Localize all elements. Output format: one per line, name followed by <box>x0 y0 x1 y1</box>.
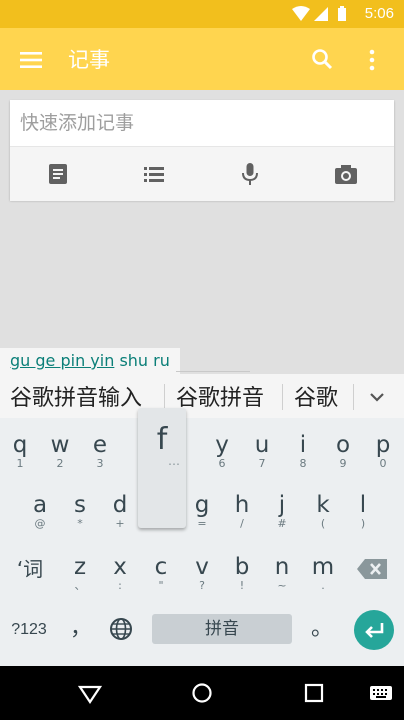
key-y[interactable]: y6 <box>202 428 242 486</box>
backspace-icon[interactable] <box>356 556 390 582</box>
recents-icon[interactable] <box>304 683 324 703</box>
key-e[interactable]: e3 <box>80 428 120 486</box>
space-key[interactable]: 拼音 <box>152 614 292 644</box>
signal-icon <box>314 7 328 21</box>
key-u[interactable]: u7 <box>242 428 282 486</box>
candidate-1[interactable]: 谷歌拼音输入 <box>10 380 142 412</box>
key-h[interactable]: h / <box>222 488 262 546</box>
quick-note-input[interactable] <box>10 100 394 146</box>
navigation-bar <box>0 666 404 720</box>
key-k[interactable]: k( <box>303 488 343 546</box>
text-note-icon[interactable] <box>44 160 72 188</box>
menu-icon[interactable] <box>18 50 44 70</box>
key-c[interactable]: c " <box>141 550 181 608</box>
globe-icon[interactable] <box>108 616 134 642</box>
back-icon[interactable] <box>78 684 102 704</box>
keyboard-icon[interactable] <box>370 686 392 700</box>
key-o[interactable]: o9 <box>323 428 363 486</box>
candidate-separator <box>164 384 165 410</box>
key-q[interactable]: q1 <box>0 428 40 486</box>
key-s[interactable]: s * <box>60 488 100 546</box>
note-toolbar <box>10 146 394 201</box>
overflow-menu-icon[interactable] <box>362 47 382 73</box>
candidate-2[interactable]: 谷歌拼音 <box>176 380 264 412</box>
candidate-3[interactable]: 谷歌 <box>294 380 338 412</box>
app-title: 记事 <box>68 48 110 72</box>
key-l[interactable]: l) <box>343 488 383 546</box>
candidate-separator <box>353 384 354 410</box>
chevron-down-icon[interactable] <box>366 388 388 406</box>
key-z[interactable]: z、 <box>60 550 100 608</box>
candidate-bar: 谷歌拼音输入 谷歌拼音 谷歌 <box>0 374 404 418</box>
pinyin-divider <box>176 371 250 372</box>
app-bar <box>0 28 404 90</box>
status-icons <box>292 6 346 21</box>
key-m[interactable]: m. <box>303 550 343 608</box>
camera-icon[interactable] <box>332 160 360 188</box>
key-p[interactable]: p0 <box>363 428 403 486</box>
key-n[interactable]: n ~ <box>262 550 302 608</box>
key-i[interactable]: i8 <box>283 428 323 486</box>
enter-icon <box>365 623 384 638</box>
pinyin-current: shu ru <box>119 351 170 370</box>
key-d[interactable]: d + <box>100 488 140 546</box>
key-b[interactable]: b! <box>222 550 262 608</box>
enter-button[interactable] <box>354 610 394 650</box>
pinyin-composing-text: gu ge pin yin shu ru <box>0 348 180 374</box>
microphone-icon[interactable] <box>236 160 264 188</box>
key-v[interactable]: v? <box>182 550 222 608</box>
search-icon[interactable] <box>310 47 334 71</box>
key-period[interactable]: 。 <box>310 610 334 641</box>
key-comma[interactable]: ， <box>70 610 92 641</box>
candidate-separator <box>282 384 283 410</box>
quick-note-card <box>10 100 394 201</box>
pinyin-converted: gu ge pin yin <box>10 351 115 370</box>
symbols-key[interactable]: ?123 <box>6 618 52 642</box>
key-g[interactable]: g = <box>182 488 222 546</box>
key-shift-ci[interactable]: ‘词 <box>8 554 52 584</box>
battery-icon <box>338 6 346 21</box>
key-j[interactable]: j # <box>262 488 302 546</box>
wifi-icon <box>292 6 310 21</box>
key-x[interactable]: x: <box>100 550 140 608</box>
list-icon[interactable] <box>140 160 168 188</box>
key-w[interactable]: w2 <box>40 428 80 486</box>
home-icon[interactable] <box>191 682 213 704</box>
key-popup-f[interactable]: f … <box>138 408 186 528</box>
key-a[interactable]: a @ <box>20 488 60 546</box>
status-time: 5:06 <box>364 5 394 22</box>
